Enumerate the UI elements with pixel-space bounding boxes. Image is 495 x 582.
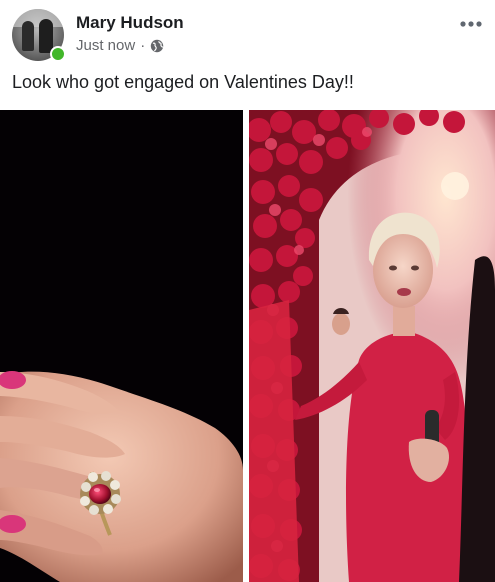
more-options-button[interactable] xyxy=(457,14,485,34)
meta-separator: · xyxy=(140,37,146,54)
post-timestamp[interactable]: Just now xyxy=(76,37,135,54)
more-horizontal-icon xyxy=(457,14,485,34)
photo-woman-red-dress[interactable] xyxy=(249,110,495,582)
author-name[interactable]: Mary Hudson xyxy=(76,13,184,33)
post-meta: Just now · xyxy=(76,37,164,54)
post-header: Mary Hudson Just now · xyxy=(0,0,495,66)
photo-hand-ring[interactable] xyxy=(0,110,243,582)
avatar-figure xyxy=(22,21,34,51)
post-caption: Look who got engaged on Valentines Day!! xyxy=(12,72,354,92)
avatar-background xyxy=(12,9,64,27)
globe-icon[interactable] xyxy=(150,39,164,53)
online-status-indicator xyxy=(50,46,66,62)
